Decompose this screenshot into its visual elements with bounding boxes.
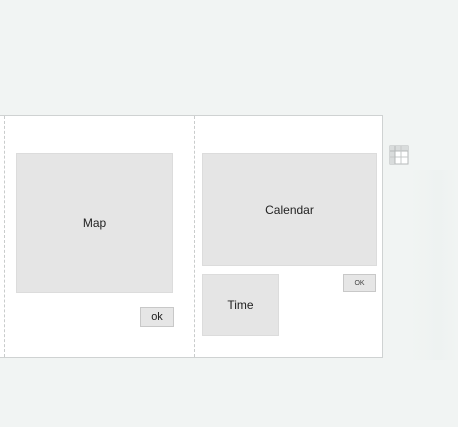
wireframe-panel: Map ok Calendar OK Time: [0, 115, 383, 358]
time-label: Time: [227, 298, 254, 312]
calendar-placeholder[interactable]: Calendar: [202, 153, 377, 266]
map-ok-button[interactable]: ok: [140, 307, 174, 327]
calendar-label: Calendar: [265, 202, 314, 217]
map-label: Map: [82, 216, 107, 230]
map-placeholder[interactable]: Map: [16, 153, 173, 293]
table-corner-icon[interactable]: [389, 145, 409, 165]
calendar-ok-button[interactable]: OK: [343, 274, 376, 292]
time-placeholder[interactable]: Time: [202, 274, 279, 336]
column-divider-middle: [194, 116, 195, 357]
column-divider-left: [4, 116, 5, 357]
background-shadow: [410, 170, 458, 360]
